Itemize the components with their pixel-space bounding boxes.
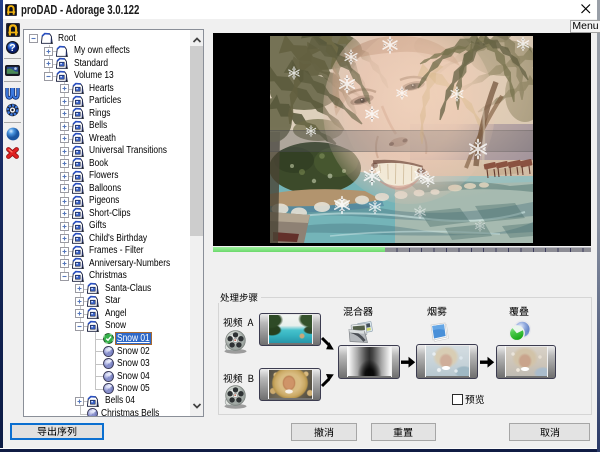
svg-text:?: ? [9,42,15,54]
